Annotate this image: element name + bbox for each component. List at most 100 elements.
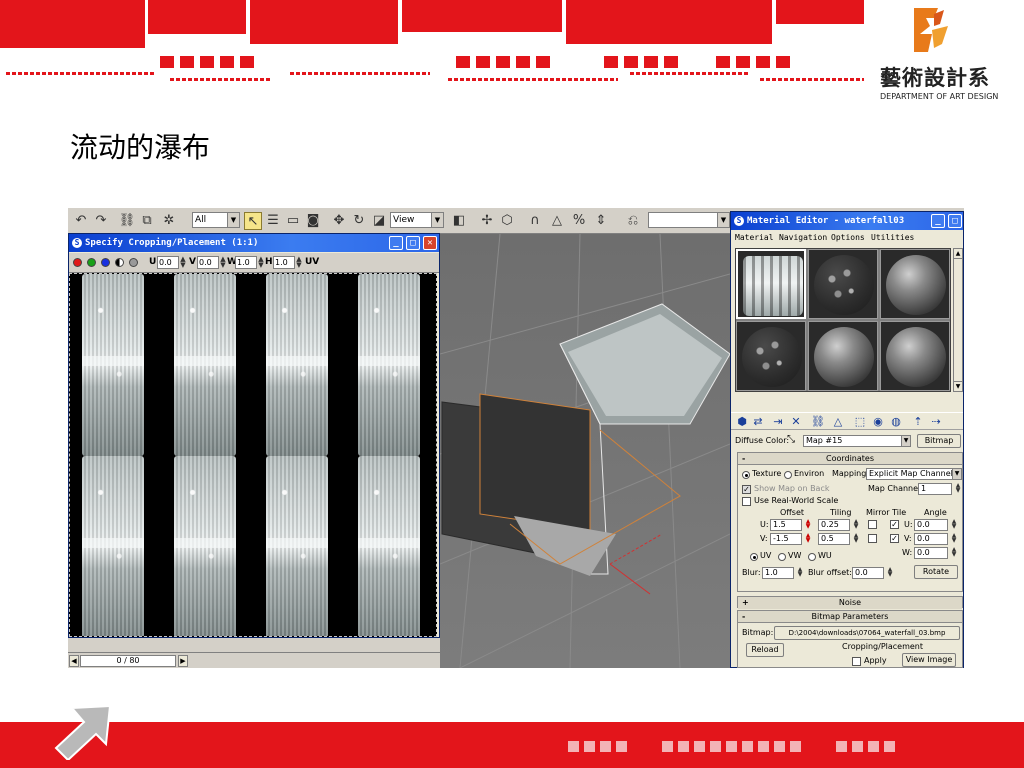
monochrome-icon[interactable]	[129, 258, 138, 267]
mapping-select[interactable]: Explicit Map Channel ▼	[866, 468, 962, 480]
blur-field[interactable]: 1.0	[762, 567, 794, 579]
go-to-parent-icon[interactable]: ⇡	[911, 415, 925, 429]
map-channel-spinner-icon[interactable]: ▲ ▼	[954, 483, 962, 495]
percent-snap-icon[interactable]: %	[570, 212, 588, 230]
unlink-icon[interactable]: ⧉	[138, 212, 156, 230]
bind-space-warp-icon[interactable]: ✲	[160, 212, 178, 230]
bitmap-preview[interactable]	[69, 273, 437, 637]
angle-snap-icon[interactable]: △	[548, 212, 566, 230]
sample-slot[interactable]	[736, 321, 806, 391]
wu-radio[interactable]	[808, 553, 816, 561]
v-field[interactable]: 0.0	[197, 256, 219, 269]
angle-u-field[interactable]: 0.0	[914, 519, 948, 531]
tiling-v-spinner-icon[interactable]: ▲ ▼	[852, 533, 860, 545]
snaps-toggle-icon[interactable]: ∩	[526, 212, 544, 230]
rotate-button[interactable]: Rotate	[914, 565, 958, 579]
real-world-scale-checkbox[interactable]	[742, 497, 751, 506]
menu-item-navigation[interactable]: Navigation	[779, 231, 827, 245]
v-spinner-icon[interactable]: ▲ ▼	[219, 256, 227, 269]
move-icon[interactable]: ✥	[330, 212, 348, 230]
spinner-snap-icon[interactable]: ⇕	[592, 212, 610, 230]
u-spinner-icon[interactable]: ▲ ▼	[179, 256, 187, 269]
redo-icon[interactable]: ↷	[92, 212, 110, 230]
texture-radio[interactable]	[742, 471, 750, 479]
make-unique-icon[interactable]: ⛓	[811, 415, 825, 429]
w-field[interactable]: 1.0	[235, 256, 257, 269]
tiling-u-field[interactable]: 0.25	[818, 519, 850, 531]
pick-icon[interactable]: ⤡	[787, 434, 795, 446]
close-icon[interactable]: ✕	[423, 236, 437, 250]
select-object-icon[interactable]: ↖	[244, 212, 262, 230]
tiling-v-field[interactable]: 0.5	[818, 533, 850, 545]
select-manipulate-icon[interactable]: ✢	[478, 212, 496, 230]
mirror-u-checkbox[interactable]	[868, 520, 877, 529]
pivot-center-icon[interactable]: ◧	[450, 212, 468, 230]
noise-header[interactable]: + Noise	[738, 597, 962, 609]
green-channel-icon[interactable]	[87, 258, 96, 267]
angle-w-spinner-icon[interactable]: ▲ ▼	[950, 547, 958, 559]
uv-radio[interactable]	[750, 553, 758, 561]
edit-named-selection-icon[interactable]: ⎌	[624, 212, 642, 230]
tile-u-checkbox[interactable]: ✓	[890, 520, 899, 529]
sample-slot[interactable]	[880, 249, 950, 319]
show-map-checkbox[interactable]: ✓	[742, 485, 751, 494]
view-image-button[interactable]: View Image	[902, 653, 956, 667]
map-name-select[interactable]: Map #15 ▼	[803, 435, 911, 447]
offset-v-field[interactable]: -1.5	[770, 533, 802, 545]
sample-slot[interactable]	[880, 321, 950, 391]
h-spinner-icon[interactable]: ▲ ▼	[295, 256, 303, 269]
environ-radio[interactable]	[784, 471, 792, 479]
angle-u-spinner-icon[interactable]: ▲ ▼	[950, 519, 958, 531]
rotate-icon[interactable]: ↻	[350, 212, 368, 230]
undo-icon[interactable]: ↶	[72, 212, 90, 230]
get-material-icon[interactable]: ⬢	[735, 415, 749, 429]
put-to-scene-icon[interactable]: ⇄	[751, 415, 765, 429]
show-end-result-icon[interactable]: ◍	[889, 415, 903, 429]
sample-slot-waterfall[interactable]	[736, 249, 806, 319]
reset-map-icon[interactable]: ✕	[789, 415, 803, 429]
w-spinner-icon[interactable]: ▲ ▼	[257, 256, 265, 269]
map-channel-field[interactable]: 1	[918, 483, 952, 495]
bitmap-path-button[interactable]: D:\2004\downloads\07064_waterfall_03.bmp	[774, 626, 960, 640]
blue-channel-icon[interactable]	[101, 258, 110, 267]
chevron-down-icon[interactable]: ▼	[954, 381, 962, 391]
tile-v-checkbox[interactable]: ✓	[890, 534, 899, 543]
vw-radio[interactable]	[778, 553, 786, 561]
slots-scrollbar[interactable]: ▲ ▼	[953, 248, 963, 392]
window-crossing-icon[interactable]: ◙	[304, 212, 322, 230]
alpha-channel-icon[interactable]	[115, 258, 124, 267]
offset-v-spinner-icon[interactable]: ▲ ▼	[804, 533, 812, 545]
red-channel-icon[interactable]	[73, 258, 82, 267]
mirror-v-checkbox[interactable]	[868, 534, 877, 543]
chevron-up-icon[interactable]: ▲	[954, 249, 962, 259]
blur-spinner-icon[interactable]: ▲ ▼	[796, 567, 804, 579]
maximize-icon[interactable]: □	[948, 214, 962, 228]
material-effects-icon[interactable]: ⬚	[853, 415, 867, 429]
sample-slot[interactable]	[808, 321, 878, 391]
menu-item-utilities[interactable]: Utilities	[871, 231, 914, 245]
show-map-in-viewport-icon[interactable]: ◉	[871, 415, 885, 429]
selection-filter-select[interactable]: All ▼	[192, 212, 240, 228]
tiling-u-spinner-icon[interactable]: ▲ ▼	[852, 519, 860, 531]
offset-u-field[interactable]: 1.5	[770, 519, 802, 531]
angle-w-field[interactable]: 0.0	[914, 547, 948, 559]
material-editor-titlebar[interactable]: S Material Editor - waterfall03 _ □	[731, 212, 963, 230]
sample-slot[interactable]	[808, 249, 878, 319]
bitmap-parameters-header[interactable]: - Bitmap Parameters	[738, 611, 962, 623]
reference-coord-select[interactable]: View ▼	[390, 212, 444, 228]
angle-v-field[interactable]: 0.0	[914, 533, 948, 545]
scale-icon[interactable]: ◪	[370, 212, 388, 230]
menu-item-options[interactable]: Options	[831, 231, 865, 245]
coordinates-header[interactable]: - Coordinates	[738, 453, 962, 465]
map-type-button[interactable]: Bitmap	[917, 434, 961, 448]
chevron-right-icon[interactable]: ▶	[178, 655, 188, 667]
assign-material-icon[interactable]: ⇥	[771, 415, 785, 429]
blur-offset-field[interactable]: 0.0	[852, 567, 884, 579]
apply-checkbox[interactable]	[852, 657, 861, 666]
crop-window-titlebar[interactable]: S Specify Cropping/Placement (1:1) _ □ ✕	[69, 234, 439, 252]
rectangle-selection-icon[interactable]: ▭	[284, 212, 302, 230]
angle-v-spinner-icon[interactable]: ▲ ▼	[950, 533, 958, 545]
select-by-name-icon[interactable]: ☰	[264, 212, 282, 230]
minimize-icon[interactable]: _	[931, 214, 945, 228]
link-icon[interactable]: ⛓	[118, 212, 136, 230]
